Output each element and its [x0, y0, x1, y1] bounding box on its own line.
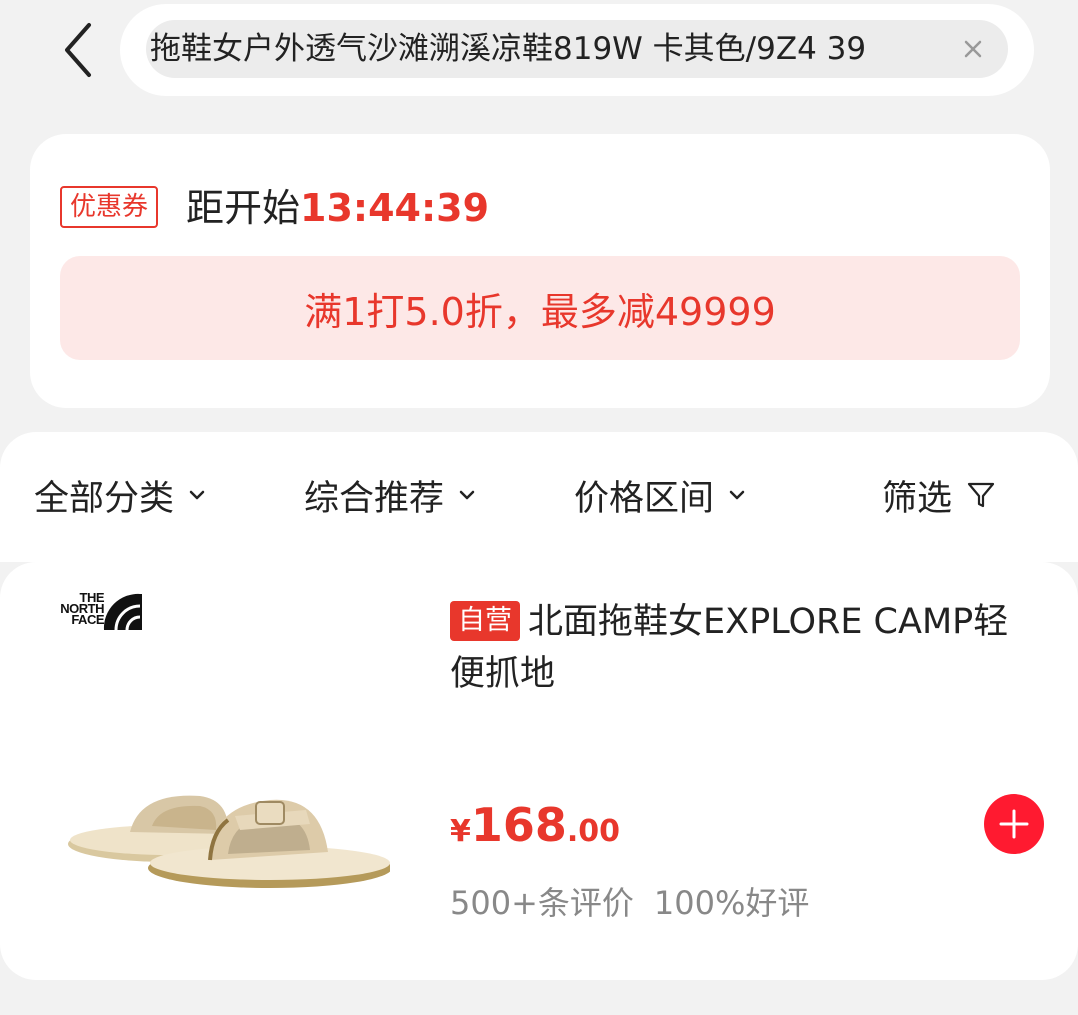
search-query-text: 拖鞋女户外透气沙滩溯溪凉鞋819W 卡其色/9Z4 39: [150, 31, 867, 67]
price-decimal: .00: [566, 814, 621, 849]
chevron-down-icon: [728, 489, 746, 501]
filter-screen[interactable]: 筛选: [882, 470, 996, 520]
discount-banner[interactable]: 满1打5.0折，最多减49999: [60, 256, 1020, 360]
chevron-down-icon: [458, 489, 476, 501]
price-currency: ¥: [450, 814, 471, 849]
add-to-cart-button[interactable]: [984, 794, 1044, 854]
filter-label: 综合推荐: [304, 478, 445, 519]
filter-sort-recommended[interactable]: 综合推荐: [304, 470, 476, 520]
coupon-card: 优惠券 距开始13:44:39 满1打5.0折，最多减49999: [30, 134, 1050, 408]
filter-label: 全部分类: [34, 478, 175, 519]
product-title[interactable]: 自营 北面拖鞋女EXPLORE CAMP轻便抓地: [450, 596, 1040, 700]
filter-label: 价格区间: [574, 478, 715, 519]
page: 拖鞋女户外透气沙滩溯溪凉鞋819W 卡其色/9Z4 39 优惠券 距开始13:4…: [0, 0, 1078, 1015]
back-button[interactable]: [52, 18, 104, 82]
filter-price-range[interactable]: 价格区间: [574, 470, 746, 520]
product-image[interactable]: THE NORTH FACE: [30, 582, 410, 962]
search-header: 拖鞋女户外透气沙滩溯溪凉鞋819W 卡其色/9Z4 39: [0, 0, 1078, 110]
clear-search-button[interactable]: [958, 34, 988, 64]
price-integer: 168: [470, 798, 567, 852]
discount-text: 满1打5.0折，最多减49999: [304, 289, 776, 334]
brand-logo: THE NORTH FACE: [44, 591, 142, 652]
positive-rate: 100%好评: [653, 884, 810, 922]
filter-all-categories[interactable]: 全部分类: [34, 470, 206, 520]
search-bar[interactable]: 拖鞋女户外透气沙滩溯溪凉鞋819W 卡其色/9Z4 39: [120, 4, 1034, 96]
countdown-label: 距开始: [186, 186, 301, 230]
coupon-tag: 优惠券: [60, 186, 159, 228]
product-price: ¥168.00: [450, 798, 620, 868]
product-title-text: 北面拖鞋女EXPLORE CAMP轻便抓地: [450, 602, 1009, 694]
self-operated-badge: 自营: [450, 601, 520, 641]
countdown-time: 13:44:39: [300, 186, 490, 230]
plus-icon: [999, 809, 1029, 839]
sandal-image: [68, 795, 390, 888]
chevron-left-icon: [65, 23, 91, 77]
countdown: 距开始13:44:39: [186, 180, 489, 236]
product-card[interactable]: THE NORTH FACE 自营 北面拖鞋女EXPLORE CAMP轻便抓地 …: [0, 562, 1078, 980]
filter-funnel-icon: [966, 480, 996, 510]
search-query-chip[interactable]: 拖鞋女户外透气沙滩溯溪凉鞋819W 卡其色/9Z4 39: [146, 20, 1008, 78]
close-icon: [964, 40, 982, 58]
chevron-down-icon: [188, 489, 206, 501]
filter-label: 筛选: [882, 478, 953, 519]
filter-bar: 全部分类 综合推荐 价格区间 筛选: [0, 432, 1078, 562]
review-count: 500+条评价: [450, 884, 634, 922]
review-summary: 500+条评价 100%好评: [450, 878, 809, 924]
